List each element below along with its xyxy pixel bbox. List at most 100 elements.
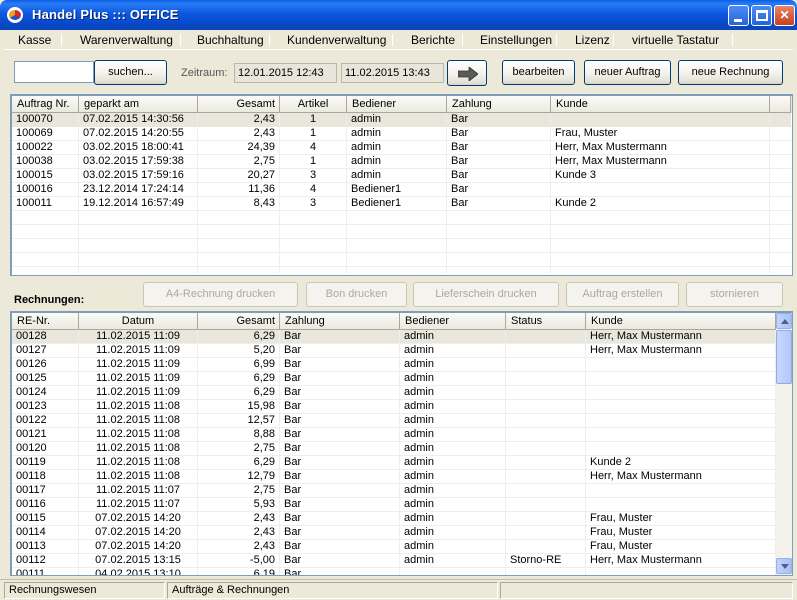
table-cell: 11.02.2015 11:08 <box>79 442 198 456</box>
table-cell <box>506 344 586 358</box>
menu-separator <box>732 34 733 46</box>
column-header[interactable]: Auftrag Nr. <box>12 96 79 113</box>
menu-buchhaltung[interactable]: Buchhaltung <box>197 33 264 47</box>
column-header[interactable]: Artikel <box>280 96 347 113</box>
print-a4-invoice-button[interactable]: A4-Rechnung drucken <box>143 282 298 307</box>
order-row[interactable]: 100070 07.02.2015 14:30:56 2,43 1 admin Bar <box>12 113 791 127</box>
table-cell: Bar <box>280 428 400 442</box>
grid-line <box>12 371 776 372</box>
invoice-row[interactable]: 00124 11.02.2015 11:09 6,29 Bar admin <box>12 386 776 400</box>
window-title: Handel Plus ::: OFFICE <box>32 7 179 22</box>
table-cell: 8,43 <box>198 197 280 211</box>
table-cell: Bar <box>280 414 400 428</box>
menu-lizenz[interactable]: Lizenz <box>575 33 610 47</box>
column-header[interactable]: Gesamt <box>198 313 280 330</box>
menu-warenverwaltung[interactable]: Warenverwaltung <box>80 33 173 47</box>
table-cell: 00112 <box>12 554 79 568</box>
column-header[interactable]: geparkt am <box>79 96 198 113</box>
column-header[interactable]: Kunde <box>551 96 770 113</box>
invoice-row[interactable]: 00116 11.02.2015 11:07 5,93 Bar admin <box>12 498 776 512</box>
date-to-field[interactable]: 11.02.2015 13:43 <box>341 63 444 83</box>
table-cell: 00126 <box>12 358 79 372</box>
invoice-row[interactable]: 00120 11.02.2015 11:08 2,75 Bar admin <box>12 442 776 456</box>
invoice-row[interactable]: 00115 07.02.2015 14:20 2,43 Bar admin Frau, M… <box>12 512 776 526</box>
maximize-button[interactable] <box>751 5 772 26</box>
column-header[interactable]: Status <box>506 313 586 330</box>
table-cell: admin <box>400 554 506 568</box>
invoice-row[interactable]: 00113 07.02.2015 14:20 2,43 Bar admin Frau, M… <box>12 540 776 554</box>
table-cell <box>586 484 776 498</box>
invoice-row[interactable]: 00117 11.02.2015 11:07 2,75 Bar admin <box>12 484 776 498</box>
date-from-field[interactable]: 12.01.2015 12:43 <box>234 63 337 83</box>
invoices-scrollbar[interactable] <box>776 313 792 575</box>
table-cell <box>586 386 776 400</box>
invoice-row[interactable]: 00123 11.02.2015 11:08 15,98 Bar admin <box>12 400 776 414</box>
new-order-button[interactable]: neuer Auftrag <box>584 60 671 85</box>
table-cell: 100015 <box>12 169 79 183</box>
print-delivery-note-button[interactable]: Lieferschein drucken <box>413 282 559 307</box>
edit-button[interactable]: bearbeiten <box>502 60 575 85</box>
table-cell: 5,93 <box>198 498 280 512</box>
create-order-button[interactable]: Auftrag erstellen <box>566 282 679 307</box>
table-cell: 11.02.2015 11:08 <box>79 400 198 414</box>
table-cell <box>506 484 586 498</box>
table-cell: 11.02.2015 11:09 <box>79 386 198 400</box>
table-cell: 100011 <box>12 197 79 211</box>
table-cell: Bar <box>447 183 551 197</box>
column-header[interactable]: Zahlung <box>280 313 400 330</box>
menu-virtuelle-tastatur[interactable]: virtuelle Tastatur <box>632 33 719 47</box>
scroll-down-button[interactable] <box>776 558 792 574</box>
menu-kundenverwaltung[interactable]: Kundenverwaltung <box>287 33 386 47</box>
minimize-button[interactable] <box>728 5 749 26</box>
invoice-row[interactable]: 00121 11.02.2015 11:08 8,88 Bar admin <box>12 428 776 442</box>
menu-berichte[interactable]: Berichte <box>411 33 455 47</box>
search-button[interactable]: suchen... <box>94 60 167 85</box>
cancel-invoice-button[interactable]: stornieren <box>686 282 783 307</box>
new-invoice-button[interactable]: neue Rechnung <box>678 60 783 85</box>
invoice-row[interactable]: 00114 07.02.2015 14:20 2,43 Bar admin Frau, M… <box>12 526 776 540</box>
table-cell: 2,75 <box>198 484 280 498</box>
table-cell: Bar <box>447 155 551 169</box>
order-row[interactable]: 100011 19.12.2014 16:57:49 8,43 3 Bediener1 B… <box>12 197 791 211</box>
table-cell: admin <box>400 330 506 344</box>
order-row[interactable]: 100038 03.02.2015 17:59:38 2,75 1 admin Bar He… <box>12 155 791 169</box>
invoice-row[interactable]: 00118 11.02.2015 11:08 12,79 Bar admin Herr, … <box>12 470 776 484</box>
table-cell <box>551 113 770 127</box>
print-receipt-button[interactable]: Bon drucken <box>306 282 407 307</box>
column-header[interactable]: Gesamt <box>198 96 280 113</box>
menu-einstellungen[interactable]: Einstellungen <box>480 33 552 47</box>
column-header[interactable]: Bediener <box>400 313 506 330</box>
orders-table[interactable]: Auftrag Nr. geparkt am Gesamt Artikel Bedien… <box>10 94 793 276</box>
invoice-row[interactable]: 00127 11.02.2015 11:09 5,20 Bar admin Herr, M… <box>12 344 776 358</box>
invoice-row[interactable]: 00125 11.02.2015 11:09 6,29 Bar admin <box>12 372 776 386</box>
scroll-thumb[interactable] <box>776 330 792 384</box>
invoice-row[interactable]: 00126 11.02.2015 11:09 6,99 Bar admin <box>12 358 776 372</box>
close-button[interactable]: ✕ <box>774 5 795 26</box>
table-cell: 00120 <box>12 442 79 456</box>
menu-kasse[interactable]: Kasse <box>18 33 51 47</box>
column-header[interactable]: Kunde <box>586 313 776 330</box>
grid-line <box>12 252 791 253</box>
table-cell: Herr, Max Mustermann <box>586 470 776 484</box>
invoice-row[interactable]: 00112 07.02.2015 13:15 -5,00 Bar admin Storno… <box>12 554 776 568</box>
column-header[interactable]: Datum <box>79 313 198 330</box>
table-cell: 00125 <box>12 372 79 386</box>
order-row[interactable]: 100015 03.02.2015 17:59:16 20,27 3 admin Bar K… <box>12 169 791 183</box>
column-header[interactable]: RE-Nr. <box>12 313 79 330</box>
invoice-row[interactable]: 00128 11.02.2015 11:09 6,29 Bar admin Herr, M… <box>12 330 776 344</box>
table-cell <box>506 330 586 344</box>
title-bar[interactable]: Handel Plus ::: OFFICE ✕ <box>0 0 797 30</box>
apply-period-button[interactable] <box>447 60 487 86</box>
search-input[interactable] <box>14 61 94 83</box>
order-row[interactable]: 100016 23.12.2014 17:24:14 11,36 4 Bediener1… <box>12 183 791 197</box>
table-cell: 100022 <box>12 141 79 155</box>
order-row[interactable]: 100069 07.02.2015 14:20:55 2,43 1 admin Bar Fr… <box>12 127 791 141</box>
order-row[interactable]: 100022 03.02.2015 18:00:41 24,39 4 admin Bar H… <box>12 141 791 155</box>
invoice-row[interactable]: 00111 04.02.2015 13:10 6,19 Bar <box>12 568 776 575</box>
invoice-row[interactable]: 00122 11.02.2015 11:08 12,57 Bar admin <box>12 414 776 428</box>
invoices-table[interactable]: RE-Nr. Datum Gesamt Zahlung Bediener Status Ku… <box>10 311 793 576</box>
scroll-up-button[interactable] <box>776 313 792 329</box>
column-header[interactable]: Bediener <box>347 96 447 113</box>
column-header[interactable]: Zahlung <box>447 96 551 113</box>
invoice-row[interactable]: 00119 11.02.2015 11:08 6,29 Bar admin Kunde 2 <box>12 456 776 470</box>
